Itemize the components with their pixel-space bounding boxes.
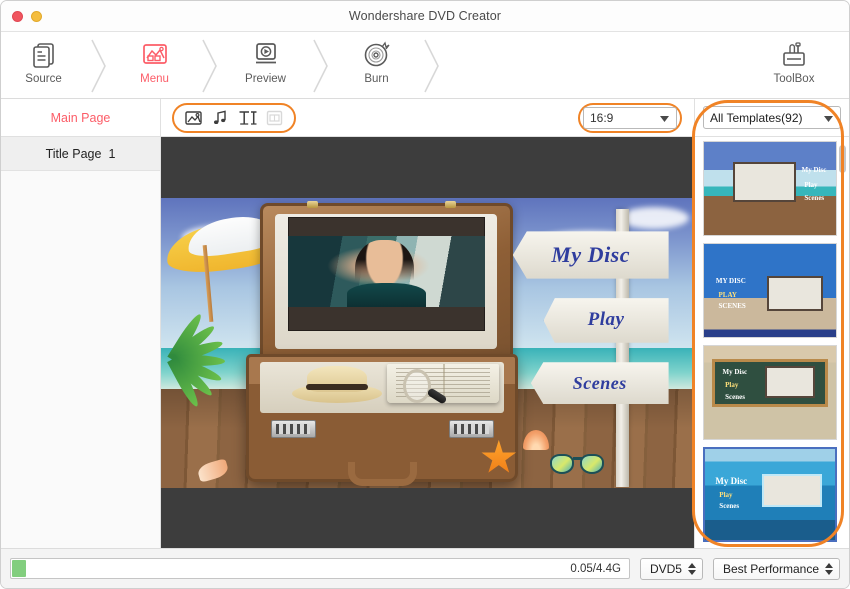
nav-item-preview[interactable]: Preview <box>223 32 308 85</box>
aspect-ratio-select[interactable]: 16:9 <box>583 107 677 129</box>
palm-plant-icon <box>166 314 257 410</box>
chevron-down-icon <box>660 111 669 125</box>
nav-item-burn-label: Burn <box>364 73 388 85</box>
toolbox-icon <box>780 38 808 70</box>
status-bar: 0.05/4.4G DVD5 Best Performance <box>1 548 849 588</box>
disc-type-value: DVD5 <box>650 562 682 576</box>
monitor-play-icon <box>252 38 280 70</box>
quality-select[interactable]: Best Performance <box>713 558 840 580</box>
template-title-1: MY DISC <box>716 277 746 285</box>
nav-steps: Source Menu <box>1 32 445 99</box>
template-birthday-party[interactable]: MY DISC PLAY SCENES <box>703 243 837 338</box>
music-note-icon <box>212 109 229 126</box>
stepper-arrows-icon <box>688 563 696 575</box>
template-sub1-1: PLAY <box>719 291 737 299</box>
quality-value: Best Performance <box>723 562 819 576</box>
nav-separator <box>419 32 445 99</box>
suitcase-latch-right <box>449 420 494 438</box>
page-item-number: 1 <box>108 147 115 161</box>
menu-preview-stage[interactable]: My Disc Play Scenes <box>161 137 694 548</box>
template-title-0: My Disc <box>802 166 827 174</box>
menu-play-sign[interactable]: Play <box>544 298 669 343</box>
disc-type-select[interactable]: DVD5 <box>640 558 703 580</box>
nav-item-source[interactable]: Source <box>1 32 86 85</box>
templates-panel[interactable]: My Disc Play Scenes MY DISC PLAY SCENES … <box>694 137 849 548</box>
text-ti-icon <box>238 110 258 126</box>
suitcase-latch-left <box>271 420 316 438</box>
nav-item-preview-label: Preview <box>245 73 286 85</box>
main-page-label: Main Page <box>51 111 111 125</box>
suitcase-handle <box>348 462 417 486</box>
template-sub2-2: Scenes <box>725 393 745 401</box>
nav-item-menu[interactable]: Menu <box>112 32 197 85</box>
text-button[interactable] <box>234 106 261 130</box>
menu-title-sign[interactable]: My Disc <box>513 231 669 278</box>
template-sub2-1: SCENES <box>719 302 746 310</box>
menu-canvas[interactable]: My Disc Play Scenes <box>161 198 694 488</box>
sunglasses-icon <box>550 454 604 476</box>
page-item-title-page[interactable]: Title Page 1 <box>1 137 160 171</box>
template-classroom[interactable]: My Disc Play Scenes <box>703 345 837 440</box>
chevron-down-icon <box>824 111 833 125</box>
suitcase-graphic <box>246 203 518 481</box>
video-still-image <box>288 236 485 307</box>
suitcase-base <box>246 354 518 482</box>
nav-item-source-label: Source <box>25 73 61 85</box>
templates-filter-value: All Templates(92) <box>710 111 802 125</box>
menu-tool-group <box>172 103 296 133</box>
frame-thumb-icon <box>266 110 283 126</box>
main-navigation: Source Menu <box>1 32 849 99</box>
template-sub2-0: Scenes <box>804 194 824 202</box>
templates-filter-header: All Templates(92) <box>694 99 849 136</box>
suitcase-lid <box>260 203 513 359</box>
body-area: Title Page 1 <box>1 137 849 548</box>
nav-separator <box>86 32 112 99</box>
document-stack-icon <box>31 38 57 70</box>
templates-filter-select[interactable]: All Templates(92) <box>703 106 841 129</box>
nav-item-toolbox-label: ToolBox <box>774 73 815 85</box>
template-sub2-3: Scenes <box>719 502 739 510</box>
template-title-3: My Disc <box>715 476 747 486</box>
main-page-header: Main Page <box>1 99 161 136</box>
templates-list: My Disc Play Scenes MY DISC PLAY SCENES … <box>703 141 837 544</box>
sub-toolbar: Main Page <box>1 99 849 137</box>
template-sub1-2: Play <box>725 381 738 389</box>
menu-edit-tools: 16:9 <box>161 99 694 136</box>
image-menu-icon <box>141 38 169 70</box>
template-sub1-3: Play <box>719 491 732 499</box>
menu-scenes-sign[interactable]: Scenes <box>531 362 669 404</box>
picture-icon <box>185 110 203 126</box>
nav-item-burn[interactable]: Burn <box>334 32 419 85</box>
nav-separator <box>308 32 334 99</box>
nav-separator <box>197 32 223 99</box>
templates-scrollbar-thumb[interactable] <box>839 145 846 173</box>
disc-capacity-bar: 0.05/4.4G <box>10 558 630 579</box>
template-beach-suitcase[interactable]: My Disc Play Scenes <box>703 141 837 236</box>
page-item-label: Title Page <box>46 147 102 161</box>
video-preview-thumbnail[interactable] <box>288 217 485 331</box>
page-list-empty-area <box>1 171 160 548</box>
template-title-2: My Disc <box>722 368 747 376</box>
title-bar: Wondershare DVD Creator <box>1 1 849 32</box>
stepper-arrows-icon <box>825 563 833 575</box>
aspect-ratio-value: 16:9 <box>590 111 613 125</box>
application-window: Wondershare DVD Creator Source <box>0 0 850 589</box>
thumbnail-frame-button[interactable] <box>261 106 288 130</box>
background-music-button[interactable] <box>207 106 234 130</box>
disc-capacity-fill <box>12 560 26 577</box>
template-sub1-0: Play <box>804 181 817 189</box>
background-image-button[interactable] <box>180 106 207 130</box>
disc-burn-icon <box>362 38 392 70</box>
nav-item-toolbox[interactable]: ToolBox <box>755 38 833 85</box>
page-list: Title Page 1 <box>1 137 161 548</box>
magnifier-icon <box>403 369 448 418</box>
disc-capacity-text: 0.05/4.4G <box>570 563 621 575</box>
templates-scrollbar[interactable] <box>839 143 846 542</box>
template-underwater[interactable]: My Disc Play Scenes <box>703 447 837 542</box>
nav-item-menu-label: Menu <box>140 73 169 85</box>
aspect-ratio-highlight: 16:9 <box>578 103 682 133</box>
straw-hat-icon <box>292 366 382 403</box>
app-title: Wondershare DVD Creator <box>1 9 849 23</box>
